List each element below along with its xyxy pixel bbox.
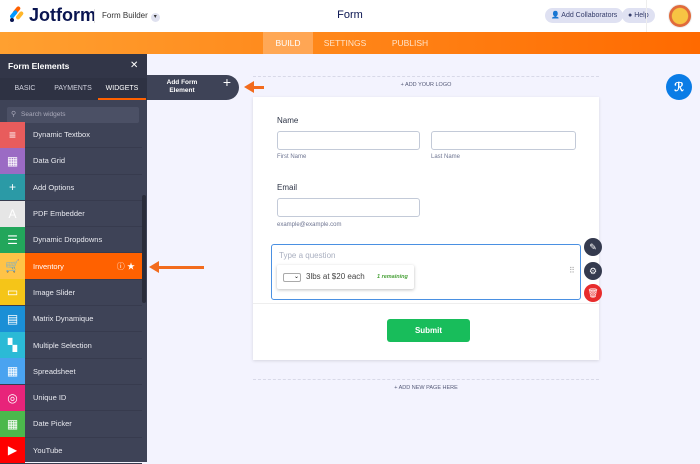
sidebar-item-image-slider[interactable]: ▭ Image Slider (0, 279, 142, 307)
sidebar-item-data-grid[interactable]: ▦ Data Grid (0, 147, 142, 175)
annotation-arrow (149, 261, 204, 273)
tab-build[interactable]: BUILD (263, 32, 313, 54)
brand-name[interactable]: Jotform (29, 5, 96, 26)
quantity-select[interactable]: ⌄ (283, 273, 301, 282)
add-collaborators-label: Add Collaborators (561, 12, 618, 19)
sidebar-item-label: Dynamic Dropdowns (33, 235, 103, 245)
name-label: Name (277, 116, 299, 125)
search-input[interactable]: ⚲ Search widgets (7, 107, 139, 123)
widget-icon: ▦ (0, 147, 25, 174)
last-name-input[interactable] (431, 131, 576, 150)
chevron-down-icon: ⌄ (293, 274, 299, 280)
first-name-input[interactable] (277, 131, 420, 150)
sidebar-item-matrix-dynamique[interactable]: ▤ Matrix Dynamique (0, 305, 142, 333)
help-icon: ● (628, 12, 633, 19)
jotform-logo-icon (10, 6, 24, 22)
divider (253, 303, 599, 304)
last-name-sublabel: Last Name (431, 154, 461, 160)
widget-list: ≡ Dynamic Textbox ▦ Data Grid + Add Options A P… (0, 121, 142, 464)
user-icon: 👤 (551, 12, 560, 19)
sidebar-item-label: Add Options (33, 182, 75, 192)
search-icon: ⚲ (11, 111, 17, 118)
sidebar-item-multiple-selection[interactable]: ▚ Multiple Selection (0, 332, 142, 359)
sidebar-item-label: Inventory (33, 261, 64, 271)
inventory-option: 3lbs at $20 each (306, 272, 365, 281)
trash-icon[interactable]: 🗑 (584, 284, 602, 302)
sidebar-item-label: Matrix Dynamique (33, 314, 94, 324)
remaining-badge: 1 remaining (377, 274, 408, 280)
sidebar-item-label: Dynamic Textbox (33, 130, 90, 140)
add-logo-row: + ADD YOUR LOGO (0, 73, 700, 91)
submit-button[interactable]: Submit (387, 319, 470, 342)
widget-icon: ▤ (0, 305, 25, 332)
email-label: Email (277, 183, 298, 192)
info-icon[interactable]: ⓘ (117, 262, 125, 271)
help-button[interactable]: ● Help (622, 8, 655, 23)
email-input[interactable] (277, 198, 420, 217)
header-divider (646, 0, 647, 32)
sidebar-item-dynamic-dropdowns[interactable]: ☰ Dynamic Dropdowns (0, 226, 142, 254)
sidebar-item-youtube[interactable]: ▶ YouTube (0, 437, 142, 464)
email-sublabel: example@example.com (277, 222, 342, 228)
sidebar-item-add-options[interactable]: + Add Options (0, 174, 142, 201)
sidebar-item-label: Data Grid (33, 156, 66, 166)
star-icon[interactable]: ★ (127, 262, 135, 271)
widget-icon: ▦ (0, 410, 25, 437)
form-designer-button[interactable]: ℛ (666, 74, 692, 100)
sidebar-item-label: Spreadsheet (33, 366, 76, 376)
sidebar-item-label: Date Picker (33, 419, 72, 429)
widget-icon: ▚ (0, 332, 25, 359)
paint-roller-icon: ℛ (674, 80, 684, 94)
widget-icon: A (0, 200, 25, 227)
sidebar-item-label: Unique ID (33, 393, 67, 403)
sidebar-item-inventory[interactable]: 🛒 Inventory ⓘ ★ (0, 253, 142, 280)
question-placeholder[interactable]: Type a question (279, 251, 335, 260)
sidebar-item-dynamic-textbox[interactable]: ≡ Dynamic Textbox (0, 121, 142, 149)
tab-publish[interactable]: PUBLISH (390, 32, 430, 54)
widget-icon: ▭ (0, 279, 25, 306)
sidebar-item-label: YouTube (33, 445, 63, 455)
drag-handle-icon[interactable]: ⠿ (569, 266, 575, 275)
widget-icon: ▶ (0, 437, 25, 464)
sidebar-item-label: Multiple Selection (33, 340, 92, 350)
gear-icon[interactable]: ⚙ (584, 262, 602, 280)
sidebar-item-label: PDF Embedder (33, 209, 85, 219)
sidebar-item-label: Image Slider (33, 287, 76, 297)
first-name-sublabel: First Name (277, 154, 307, 160)
widget-icon: + (0, 174, 25, 201)
wand-icon[interactable]: ✎ (584, 238, 602, 256)
avatar[interactable] (668, 4, 692, 28)
form-builder-switcher[interactable]: Form Builder ▾ (94, 9, 160, 23)
widget-icon: ☰ (0, 226, 25, 253)
add-logo-link[interactable]: + ADD YOUR LOGO (396, 82, 456, 88)
app-switcher-label: Form Builder (102, 11, 148, 20)
add-collaborators-button[interactable]: 👤 Add Collaborators (545, 8, 624, 23)
widget-icon: 🛒 (0, 253, 25, 280)
sidebar-item-date-picker[interactable]: ▦ Date Picker (0, 410, 142, 438)
chevron-down-icon: ▾ (150, 13, 160, 22)
sidebar-scrollbar[interactable] (142, 195, 146, 303)
add-page-row: + ADD NEW PAGE HERE (0, 376, 700, 394)
sidebar-item-pdf-embedder[interactable]: A PDF Embedder (0, 200, 142, 228)
widget-icon: ≡ (0, 121, 25, 148)
search-placeholder: Search widgets (21, 111, 66, 118)
tab-settings[interactable]: SETTINGS (313, 32, 377, 54)
add-page-link[interactable]: + ADD NEW PAGE HERE (390, 385, 462, 391)
